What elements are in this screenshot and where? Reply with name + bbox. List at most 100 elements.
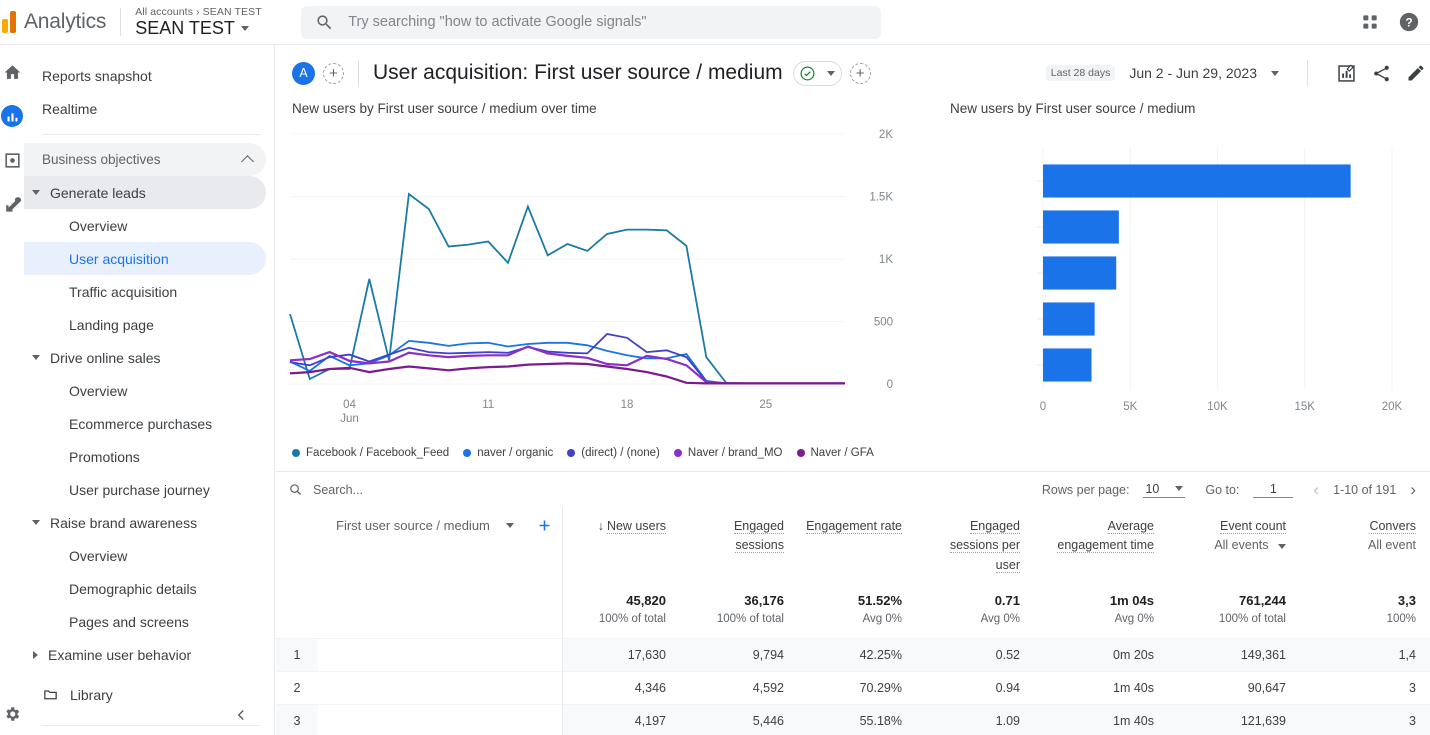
column-header-new-users[interactable]: ↓New users: [562, 507, 680, 583]
totals-cell: 3,3100%: [1300, 583, 1430, 638]
table-totals-row: 45,820100% of total36,176100% of total51…: [276, 583, 1430, 638]
help-circle-icon[interactable]: ?: [1398, 11, 1420, 33]
sidebar-item-examine-user-behavior[interactable]: Examine user behavior: [24, 638, 266, 671]
table-cell: 1,4: [1300, 638, 1430, 671]
column-header-conversions[interactable]: Convers All event: [1300, 507, 1430, 583]
legend-item[interactable]: Naver / brand_MO: [674, 447, 783, 459]
sidebar-item-user-purchase-journey[interactable]: User purchase journey: [24, 473, 266, 506]
rows-per-page-select[interactable]: 10: [1143, 482, 1185, 498]
bar[interactable]: [1043, 348, 1092, 381]
sidebar-group-business-objectives[interactable]: Business objectives: [24, 143, 266, 176]
legend-item[interactable]: naver / organic: [463, 447, 553, 459]
chevron-left-icon[interactable]: ‹: [1313, 481, 1319, 498]
sidebar-item-generate-leads[interactable]: Generate leads: [24, 176, 266, 209]
property-name-text: SEAN TEST: [135, 18, 235, 39]
sidebar-collapse-button[interactable]: [232, 706, 250, 729]
rail-item-advertising[interactable]: [1, 193, 23, 215]
insights-icon[interactable]: [1336, 63, 1357, 84]
rail-item-home[interactable]: [1, 61, 23, 83]
legend-label: (direct) / (none): [581, 447, 660, 459]
sidebar-item-traffic-acquisition[interactable]: Traffic acquisition: [24, 275, 266, 308]
sidebar-item-user-acquisition[interactable]: User acquisition: [24, 242, 266, 275]
status-badge[interactable]: [793, 61, 842, 86]
column-header-event-count[interactable]: Event count All events: [1168, 507, 1300, 583]
column-header-engaged-sessions-per-user[interactable]: Engaged sessions per user: [916, 507, 1034, 583]
page-header: A + User acquisition: First user source …: [276, 45, 1430, 101]
table-cell: 9,794: [680, 638, 798, 671]
rail-item-admin[interactable]: [1, 703, 23, 725]
home-icon: [3, 63, 22, 82]
column-label: New users: [607, 519, 666, 534]
edit-pencil-icon[interactable]: [1406, 63, 1426, 83]
column-sublabel[interactable]: All event: [1368, 538, 1416, 552]
analytics-logo-icon: [0, 0, 22, 45]
bar[interactable]: [1043, 256, 1116, 289]
sidebar-item-generate-leads-overview[interactable]: Overview: [24, 209, 266, 242]
share-icon[interactable]: [1371, 63, 1392, 84]
sidebar-item-landing-page[interactable]: Landing page: [24, 308, 266, 341]
add-plus-icon[interactable]: [536, 517, 553, 534]
row-dimension-cell[interactable]: [318, 704, 562, 735]
bar-chart[interactable]: 05K10K15K20K: [940, 126, 1410, 436]
x-axis-tick: 04: [343, 399, 356, 411]
column-header-average-engagement-time[interactable]: Average engagement time: [1034, 507, 1168, 583]
sidebar-item-brand-overview[interactable]: Overview: [24, 539, 266, 572]
sidebar-item-drive-online-sales[interactable]: Drive online sales: [24, 341, 266, 374]
table-body: 45,820100% of total36,176100% of total51…: [276, 583, 1430, 735]
sidebar-item-ecommerce-purchases[interactable]: Ecommerce purchases: [24, 407, 266, 440]
goto-input[interactable]: 1: [1253, 482, 1293, 498]
column-header-engagement-rate[interactable]: Engagement rate: [798, 507, 916, 583]
legend-item[interactable]: Facebook / Facebook_Feed: [292, 447, 449, 459]
rail-item-reports[interactable]: [1, 105, 23, 127]
date-range-picker[interactable]: Jun 2 - Jun 29, 2023: [1129, 65, 1279, 81]
bar-chart-card: New users by First user source / medium …: [940, 101, 1420, 459]
table-cell: 90,647: [1168, 671, 1300, 704]
rail-item-explore[interactable]: [1, 149, 23, 171]
legend-item[interactable]: (direct) / (none): [567, 447, 660, 459]
bar[interactable]: [1043, 164, 1351, 197]
bar[interactable]: [1043, 302, 1095, 335]
column-sublabel[interactable]: All events: [1214, 538, 1268, 552]
bar[interactable]: [1043, 210, 1119, 243]
sidebar-item-reports-snapshot[interactable]: Reports snapshot: [24, 59, 266, 92]
avatar[interactable]: A: [292, 62, 315, 85]
sidebar-item-label: Overview: [69, 548, 127, 564]
line-chart[interactable]: 05001K1.5K2K04Jun111825: [280, 126, 930, 436]
legend-color-dot: [292, 449, 300, 457]
folder-icon: [42, 686, 59, 703]
sidebar-item-library[interactable]: Library: [24, 678, 266, 711]
sidebar-item-demographic-details[interactable]: Demographic details: [24, 572, 266, 605]
table-row[interactable]: 24,3464,59270.29%0.941m 40s90,6473: [276, 671, 1430, 704]
chevron-right-icon[interactable]: ›: [1410, 481, 1416, 498]
table-row[interactable]: 34,1975,44655.18%1.091m 40s121,6393: [276, 704, 1430, 735]
sidebar-item-drive-sales-overview[interactable]: Overview: [24, 374, 266, 407]
dimension-picker[interactable]: First user source / medium: [336, 517, 562, 534]
line-chart-card: New users by First user source / medium …: [280, 101, 940, 459]
search-bar[interactable]: [301, 6, 881, 39]
totals-sublabel: Avg 0%: [924, 611, 1020, 628]
chevron-down-icon: [1271, 71, 1279, 76]
column-label: Convers: [1369, 519, 1416, 534]
apps-grid-icon[interactable]: [1360, 12, 1380, 32]
legend-item[interactable]: Naver / GFA: [797, 447, 874, 459]
add-comparison-icon[interactable]: +: [323, 63, 344, 84]
column-header-engaged-sessions[interactable]: Engaged sessions: [680, 507, 798, 583]
x-axis-tick: 20K: [1382, 401, 1403, 413]
sidebar-item-label: Overview: [69, 383, 127, 399]
row-dimension-cell[interactable]: [318, 671, 562, 704]
sidebar-item-raise-brand-awareness[interactable]: Raise brand awareness: [24, 506, 266, 539]
table-cell: 1m 40s: [1034, 671, 1168, 704]
account-breadcrumb: All accounts›SEAN TEST: [135, 6, 285, 18]
search-input[interactable]: [348, 14, 867, 30]
line-chart-title: New users by First user source / medium …: [280, 101, 940, 116]
sidebar-item-pages-and-screens[interactable]: Pages and screens: [24, 605, 266, 638]
table-row[interactable]: 117,6309,79442.25%0.520m 20s149,3611,4: [276, 638, 1430, 671]
account-selector[interactable]: All accounts›SEAN TEST SEAN TEST: [135, 6, 285, 39]
sidebar-item-realtime[interactable]: Realtime: [24, 92, 266, 125]
property-name[interactable]: SEAN TEST: [135, 18, 285, 39]
add-circle-icon[interactable]: +: [850, 63, 871, 84]
sidebar-item-promotions[interactable]: Promotions: [24, 440, 266, 473]
table-search[interactable]: Search...: [288, 482, 363, 497]
row-dimension-cell[interactable]: [318, 638, 562, 671]
breadcrumb-separator: ›: [196, 6, 200, 18]
